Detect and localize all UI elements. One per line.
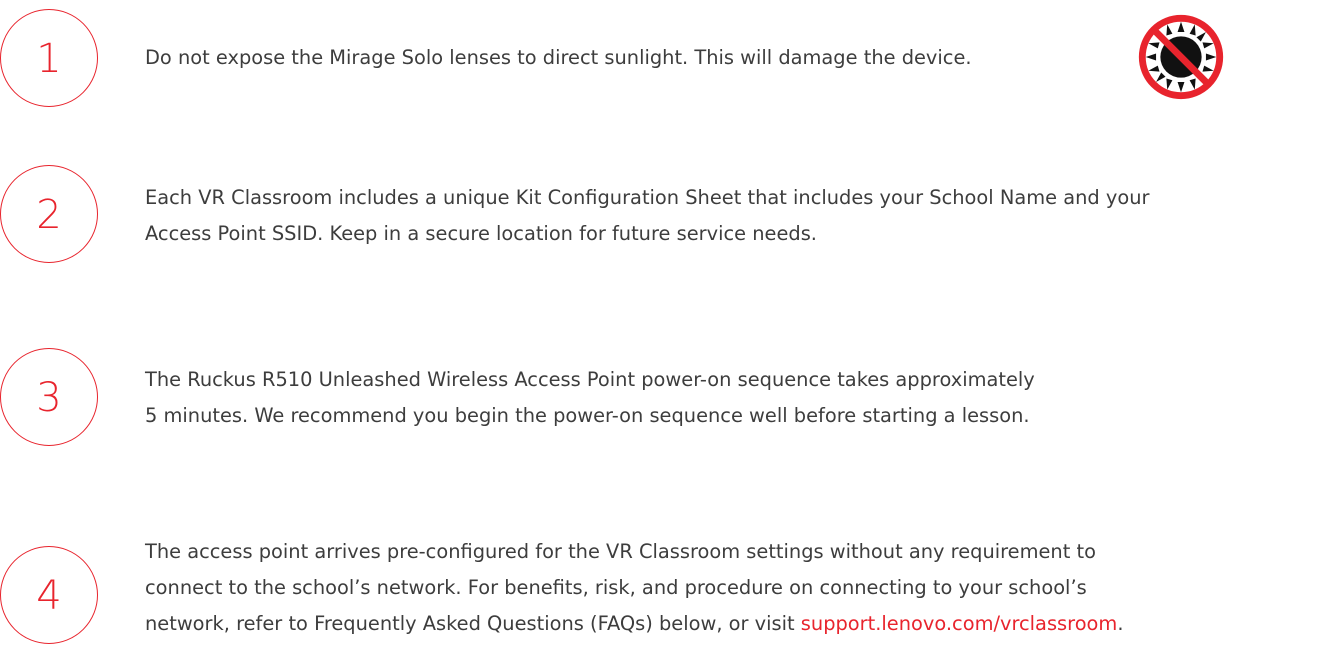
instruction-text: The Ruckus R510 Unleashed Wireless Acces… — [145, 362, 1320, 434]
instruction-line-prefix: network, refer to Frequently Asked Quest… — [145, 612, 801, 635]
step-number-circle: 2 — [0, 165, 98, 263]
step-number-circle: 3 — [0, 348, 98, 446]
instruction-text: The access point arrives pre-configured … — [145, 534, 1320, 642]
instruction-line: The access point arrives pre-configured … — [145, 540, 1096, 563]
no-sunlight-icon — [1138, 14, 1224, 100]
instruction-line: 5 minutes. We recommend you begin the po… — [145, 404, 1030, 427]
instruction-line: Each VR Classroom includes a unique Kit … — [145, 186, 1150, 209]
support-link[interactable]: support.lenovo.com/vrclassroom — [801, 612, 1118, 635]
instruction-line: connect to the school’s network. For ben… — [145, 576, 1087, 599]
step-number: 4 — [36, 573, 62, 619]
step-number: 3 — [36, 375, 62, 421]
instruction-line: Access Point SSID. Keep in a secure loca… — [145, 222, 817, 245]
instruction-line-suffix: . — [1117, 612, 1124, 635]
step-number: 1 — [36, 36, 62, 82]
instruction-line-with-link: network, refer to Frequently Asked Quest… — [145, 606, 1320, 642]
step-number-circle: 4 — [0, 546, 98, 644]
step-number: 2 — [36, 192, 62, 238]
instruction-line: The Ruckus R510 Unleashed Wireless Acces… — [145, 368, 1035, 391]
instruction-text: Each VR Classroom includes a unique Kit … — [145, 180, 1320, 252]
step-number-circle: 1 — [0, 9, 98, 107]
